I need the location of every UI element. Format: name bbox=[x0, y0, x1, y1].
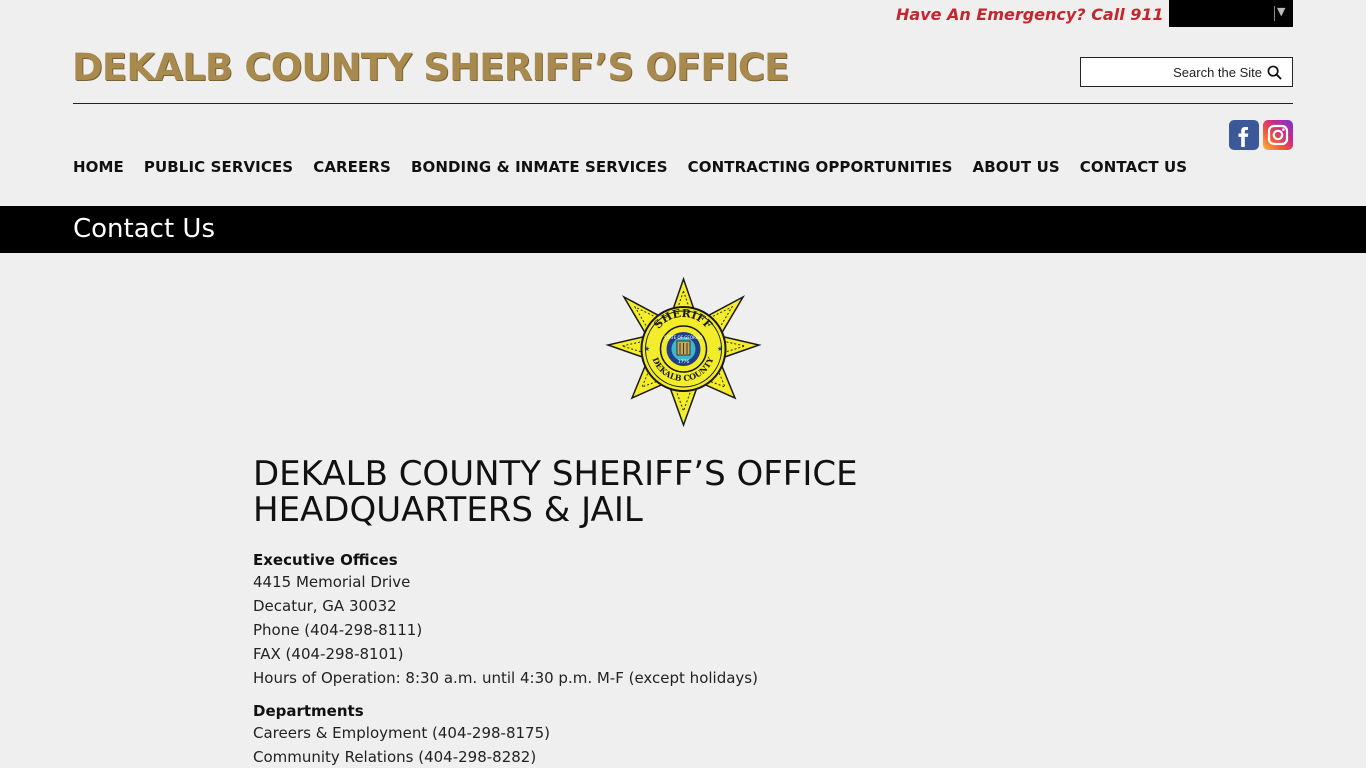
language-selector[interactable]: ▼ bbox=[1169, 0, 1293, 27]
page-title: Contact Us bbox=[73, 214, 215, 244]
fax-line: FAX (404-298-8101) bbox=[253, 645, 404, 663]
heading-line-1: DEKALB COUNTY SHERIFF’S OFFICE bbox=[253, 454, 858, 494]
main-nav: HOME PUBLIC SERVICES CAREERS BONDING & I… bbox=[73, 158, 1187, 176]
executive-offices-section: Executive Offices 4415 Memorial Drive De… bbox=[253, 550, 758, 690]
city-line: Decatur, GA 30032 bbox=[253, 597, 397, 615]
badge-year: 1776 bbox=[678, 359, 690, 365]
header-divider bbox=[73, 103, 1293, 104]
sheriff-badge-logo: SHERIFF DEKALB COUNTY STATE OF GEORGIA 1… bbox=[605, 277, 762, 427]
hours-line: Hours of Operation: 8:30 a.m. until 4:30… bbox=[253, 669, 758, 687]
page-title-banner: Contact Us bbox=[0, 206, 1366, 253]
nav-about-us[interactable]: ABOUT US bbox=[973, 158, 1060, 176]
address-line: 4415 Memorial Drive bbox=[253, 573, 411, 591]
facebook-icon[interactable] bbox=[1229, 120, 1259, 150]
nav-public-services[interactable]: PUBLIC SERVICES bbox=[144, 158, 293, 176]
departments-title: Departments bbox=[253, 702, 364, 720]
departments-section: Departments Careers & Employment (404-29… bbox=[253, 701, 550, 768]
site-title-logo[interactable]: DEKALB COUNTY SHERIFF’S OFFICE bbox=[72, 46, 789, 89]
phone-line[interactable]: Phone (404-298-8111) bbox=[253, 618, 758, 642]
badge-inner-text: STATE OF GEORGIA bbox=[664, 335, 703, 340]
badge-star-left: ★ bbox=[644, 345, 650, 353]
badge-star-right: ★ bbox=[717, 345, 723, 353]
chevron-down-icon[interactable]: ▼ bbox=[1277, 5, 1285, 18]
nav-careers[interactable]: CAREERS bbox=[313, 158, 391, 176]
nav-contact-us[interactable]: CONTACT US bbox=[1080, 158, 1187, 176]
search-input[interactable]: Search the Site bbox=[1080, 57, 1293, 87]
top-bar: Have An Emergency? Call 911 ▼ bbox=[0, 0, 1366, 30]
headquarters-heading: DEKALB COUNTY SHERIFF’S OFFICE HEADQUART… bbox=[253, 456, 858, 528]
search-icon[interactable] bbox=[1267, 65, 1282, 80]
nav-bonding-inmate-services[interactable]: BONDING & INMATE SERVICES bbox=[411, 158, 668, 176]
search-placeholder: Search the Site bbox=[1173, 65, 1262, 80]
nav-contracting-opportunities[interactable]: CONTRACTING OPPORTUNITIES bbox=[688, 158, 953, 176]
department-item[interactable]: Careers & Employment (404-298-8175) bbox=[253, 721, 550, 745]
selector-divider bbox=[1274, 6, 1275, 21]
heading-line-2: HEADQUARTERS & JAIL bbox=[253, 490, 643, 530]
executive-offices-title: Executive Offices bbox=[253, 551, 398, 569]
department-item[interactable]: Community Relations (404-298-8282) bbox=[253, 745, 550, 768]
emergency-notice[interactable]: Have An Emergency? Call 911 bbox=[896, 5, 1164, 24]
nav-home[interactable]: HOME bbox=[73, 158, 124, 176]
instagram-icon[interactable] bbox=[1263, 120, 1293, 150]
